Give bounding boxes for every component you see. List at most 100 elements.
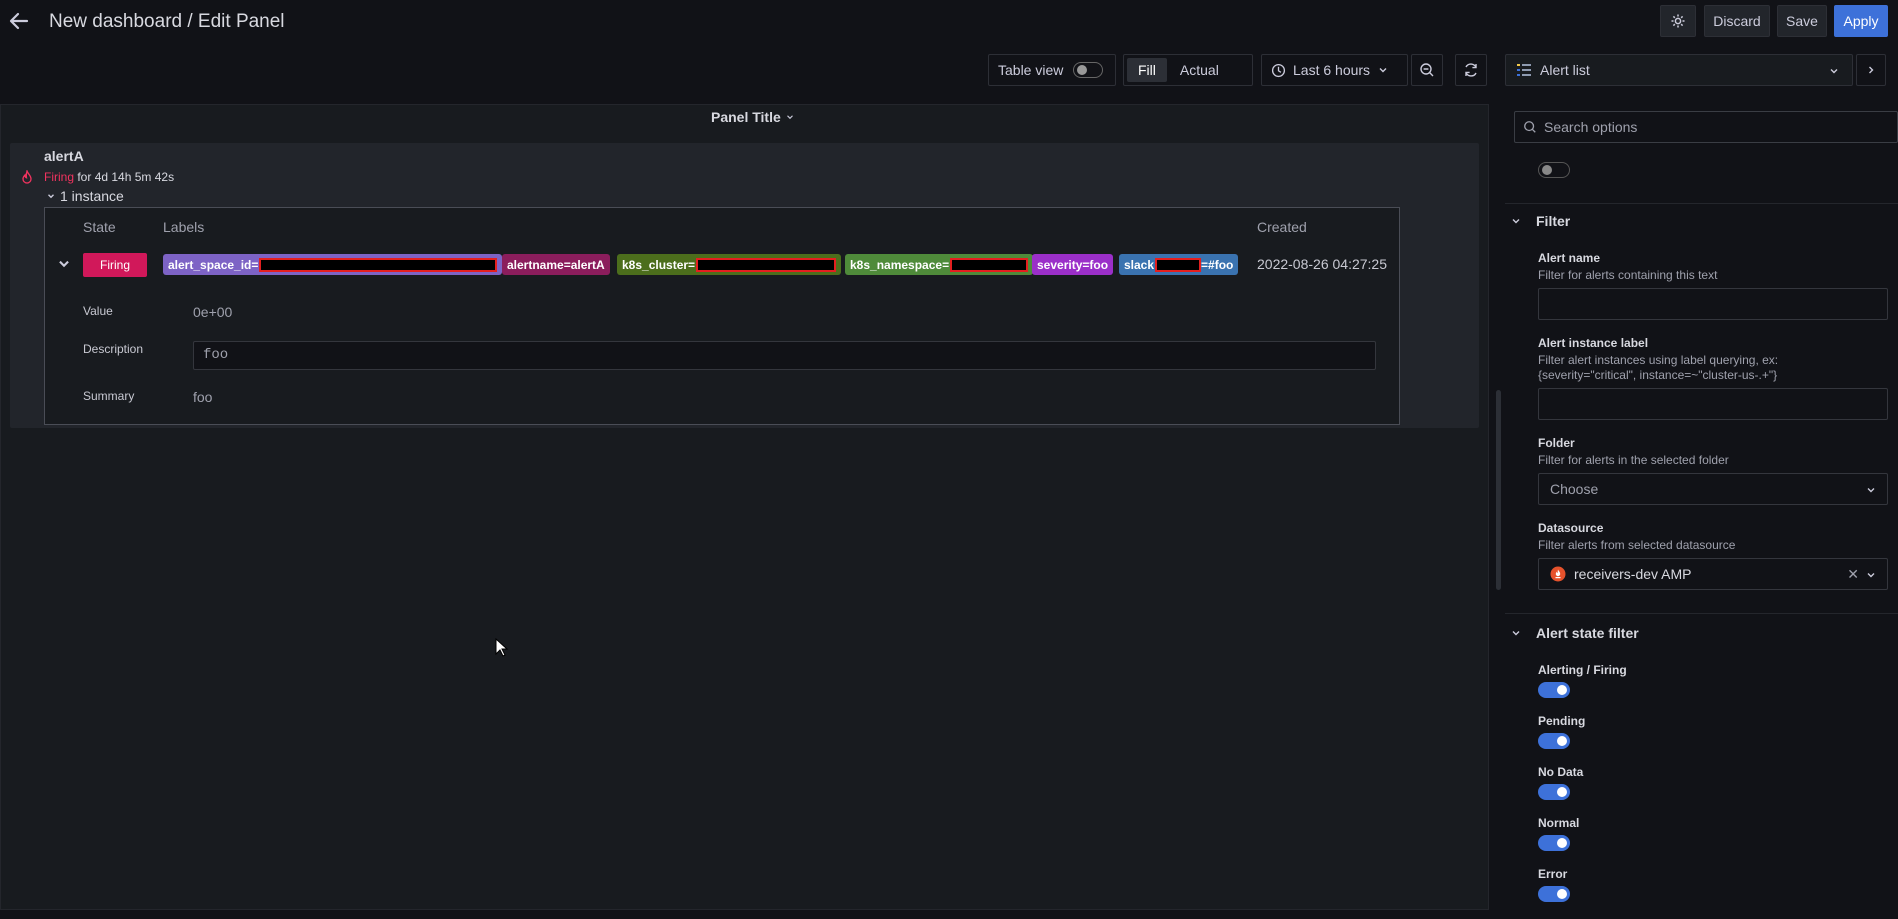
description-label: Description bbox=[83, 342, 144, 356]
state-filter-heading: Alert state filter bbox=[1536, 625, 1639, 641]
col-labels: Labels bbox=[163, 219, 205, 235]
alert-state: Firing bbox=[44, 170, 75, 184]
chevron-down-icon bbox=[59, 260, 69, 268]
collapse-options-button[interactable] bbox=[1856, 54, 1886, 86]
time-range-picker[interactable]: Last 6 hours bbox=[1261, 54, 1408, 86]
actual-option[interactable]: Actual bbox=[1169, 58, 1230, 82]
summary-text: foo bbox=[193, 389, 213, 405]
instance-label-desc-2: {severity="critical", instance=~"cluster… bbox=[1538, 368, 1778, 382]
row-expand-toggle[interactable] bbox=[57, 257, 71, 274]
chevron-down-icon bbox=[1379, 68, 1387, 73]
value-label: Value bbox=[83, 304, 113, 318]
search-placeholder: Search options bbox=[1544, 119, 1638, 135]
state-alerting-label: Alerting / Firing bbox=[1538, 663, 1627, 677]
chevron-down-icon bbox=[1512, 219, 1520, 224]
folder-select[interactable]: Choose bbox=[1538, 473, 1888, 505]
refresh-button[interactable] bbox=[1455, 54, 1487, 86]
search-options-input[interactable]: Search options bbox=[1514, 111, 1898, 143]
state-nodata-switch[interactable] bbox=[1538, 784, 1570, 800]
search-icon bbox=[1524, 121, 1536, 133]
folder-label: Folder bbox=[1538, 436, 1575, 450]
chevron-down-icon bbox=[786, 115, 793, 120]
label-severity: severity=foo bbox=[1032, 254, 1114, 275]
visualization-label: Alert list bbox=[1540, 62, 1590, 78]
datasource-label: Datasource bbox=[1538, 521, 1604, 535]
table-view-toggle[interactable]: Table view bbox=[988, 54, 1116, 86]
arrow-left-icon bbox=[9, 12, 29, 30]
state-pending-switch[interactable] bbox=[1538, 733, 1570, 749]
label-k8s-namespace: k8s_namespace= bbox=[845, 254, 1034, 275]
size-mode-radio: Fill Actual bbox=[1123, 54, 1253, 86]
filter-section-header[interactable]: Filter bbox=[1510, 213, 1570, 229]
label-k8s-cluster: k8s_cluster= bbox=[617, 254, 842, 275]
discard-button[interactable]: Discard bbox=[1704, 5, 1770, 37]
table-view-label: Table view bbox=[998, 62, 1064, 78]
time-range-label: Last 6 hours bbox=[1293, 62, 1371, 78]
chevron-down-icon bbox=[1830, 69, 1838, 74]
created-timestamp: 2022-08-26 04:27:25 bbox=[1257, 256, 1387, 272]
alert-name-input[interactable] bbox=[1538, 288, 1888, 320]
state-normal-label: Normal bbox=[1538, 816, 1580, 830]
col-state: State bbox=[83, 219, 116, 235]
chevron-down-icon bbox=[1512, 631, 1520, 636]
alert-name-desc: Filter for alerts containing this text bbox=[1538, 268, 1718, 282]
label-alertname: alertname=alertA bbox=[502, 254, 610, 275]
divider bbox=[1505, 203, 1898, 204]
datasource-select[interactable]: receivers-dev AMP ✕ bbox=[1538, 558, 1888, 590]
fire-icon bbox=[22, 170, 32, 184]
clear-icon[interactable]: ✕ bbox=[1847, 566, 1859, 583]
table-view-switch[interactable] bbox=[1073, 62, 1104, 78]
fill-option[interactable]: Fill bbox=[1127, 58, 1167, 82]
gear-icon bbox=[1671, 14, 1685, 28]
state-error-label: Error bbox=[1538, 867, 1568, 881]
apply-button[interactable]: Apply bbox=[1834, 5, 1888, 37]
divider bbox=[1505, 613, 1898, 614]
instance-label-label: Alert instance label bbox=[1538, 336, 1649, 350]
chevron-down-icon bbox=[1867, 573, 1875, 578]
label-slack: slack =#foo bbox=[1119, 254, 1239, 275]
state-normal-switch[interactable] bbox=[1538, 835, 1570, 851]
redacted-value bbox=[696, 257, 837, 272]
chevron-down-icon bbox=[1867, 488, 1875, 493]
alert-name-label: Alert name bbox=[1538, 251, 1601, 265]
chevron-down-icon bbox=[48, 194, 54, 199]
alert-name: alertA bbox=[44, 148, 84, 164]
instances-table bbox=[44, 207, 1400, 425]
description-text: foo bbox=[193, 341, 1376, 370]
panel-title[interactable]: Panel Title bbox=[711, 109, 795, 125]
col-created: Created bbox=[1257, 219, 1307, 235]
prometheus-icon bbox=[1550, 566, 1566, 582]
state-error-switch[interactable] bbox=[1538, 886, 1570, 902]
visualization-picker[interactable]: Alert list bbox=[1505, 54, 1853, 86]
instances-toggle[interactable]: 1 instance bbox=[46, 188, 124, 204]
save-button[interactable]: Save bbox=[1777, 5, 1827, 37]
state-filter-section-header[interactable]: Alert state filter bbox=[1510, 625, 1639, 641]
chevron-right-icon bbox=[1869, 66, 1874, 74]
instance-label-input[interactable] bbox=[1538, 388, 1888, 420]
state-alerting-switch[interactable] bbox=[1538, 682, 1570, 698]
alert-state-line: Firing for 4d 14h 5m 42s bbox=[44, 170, 174, 184]
dashboard-settings-button[interactable] bbox=[1660, 5, 1696, 37]
redacted-value bbox=[1155, 257, 1202, 272]
panel-title-text: Panel Title bbox=[711, 109, 781, 125]
redacted-value bbox=[950, 257, 1029, 272]
option-toggle[interactable] bbox=[1538, 162, 1570, 178]
splitter-handle[interactable] bbox=[1496, 390, 1501, 590]
back-button[interactable] bbox=[6, 8, 32, 34]
datasource-value: receivers-dev AMP bbox=[1574, 566, 1692, 582]
alert-duration: for 4d 14h 5m 42s bbox=[74, 170, 175, 184]
datasource-desc: Filter alerts from selected datasource bbox=[1538, 538, 1736, 552]
state-pending-label: Pending bbox=[1538, 714, 1586, 728]
alert-list-icon bbox=[1517, 64, 1531, 76]
folder-desc: Filter for alerts in the selected folder bbox=[1538, 453, 1729, 467]
redacted-value bbox=[259, 257, 498, 272]
summary-label: Summary bbox=[83, 389, 135, 403]
refresh-icon bbox=[1465, 63, 1477, 77]
folder-placeholder: Choose bbox=[1550, 481, 1599, 497]
state-nodata-label: No Data bbox=[1538, 765, 1584, 779]
mouse-cursor-icon bbox=[495, 638, 509, 657]
filter-heading: Filter bbox=[1536, 213, 1571, 229]
state-badge: Firing bbox=[83, 253, 147, 277]
clock-icon bbox=[1271, 63, 1286, 77]
zoom-out-button[interactable] bbox=[1411, 54, 1443, 86]
